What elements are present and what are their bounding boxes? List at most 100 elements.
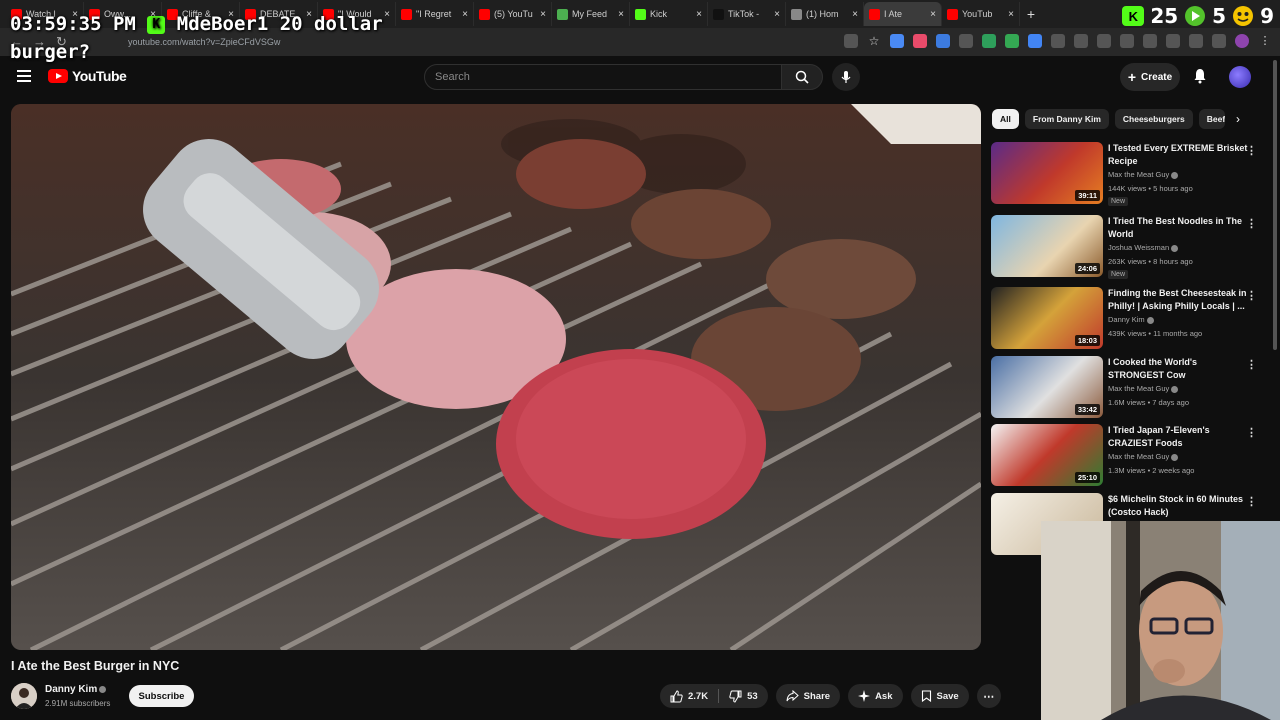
chip-cheeseburgers[interactable]: Cheeseburgers [1114, 109, 1193, 129]
recommended-title[interactable]: I Tested Every EXTREME Brisket Recipe [1108, 142, 1248, 168]
recommended-channel[interactable]: Danny Kim [1108, 315, 1154, 324]
extension-icon-2[interactable] [913, 34, 927, 48]
search-input[interactable]: Search [424, 64, 782, 90]
bookmark-star-icon[interactable]: ☆ [867, 34, 881, 48]
emoji-extension-icon[interactable] [1232, 5, 1254, 27]
share-button[interactable]: Share [775, 684, 841, 708]
recommended-meta: 263K views • 8 hours ago [1108, 257, 1193, 266]
notifications-bell-icon[interactable] [1192, 68, 1208, 84]
ask-button[interactable]: Ask [848, 684, 903, 708]
recommended-video[interactable]: 18:03 Finding the Best Cheesesteak in Phi… [991, 287, 1261, 349]
more-vertical-icon[interactable]: ⋮ [1246, 426, 1257, 439]
recommended-channel[interactable]: Max the Meat Guy [1108, 170, 1179, 179]
recommended-video[interactable]: 25:10 I Tried Japan 7-Eleven's CRAZIEST F… [991, 424, 1261, 486]
screenshot-icon[interactable] [844, 34, 858, 48]
channel-avatar[interactable] [11, 683, 37, 709]
tab-close-icon[interactable]: × [540, 9, 546, 20]
account-avatar[interactable] [1229, 66, 1251, 88]
browser-tab[interactable]: Kick × [630, 2, 708, 26]
browser-tab[interactable]: My Feed × [552, 2, 630, 26]
more-vertical-icon[interactable]: ⋮ [1246, 495, 1257, 508]
extension-icon-6[interactable] [1005, 34, 1019, 48]
tab-close-icon[interactable]: × [462, 9, 468, 20]
extension-icon-3[interactable] [936, 34, 950, 48]
devtools-icon[interactable] [1143, 34, 1157, 48]
profile-icon[interactable] [1235, 34, 1249, 48]
extension-icon-9[interactable] [1074, 34, 1088, 48]
more-vertical-icon[interactable]: ⋮ [1246, 358, 1257, 371]
more-vertical-icon[interactable]: ⋮ [1246, 144, 1257, 157]
create-button[interactable]: + Create [1120, 63, 1180, 91]
tab-favicon-icon [791, 8, 802, 20]
browser-tab[interactable]: TikTok - × [708, 2, 786, 26]
page-scrollbar[interactable] [1273, 60, 1277, 350]
subscriber-count: 2.91M subscribers [45, 699, 111, 708]
tab-close-icon[interactable]: × [930, 9, 936, 20]
like-button[interactable]: 2.7K [660, 684, 718, 708]
tab-close-icon[interactable]: × [1008, 9, 1014, 20]
video-thumbnail[interactable]: 25:10 [991, 424, 1103, 486]
recommended-title[interactable]: I Tried The Best Noodles in The World [1108, 215, 1248, 241]
recommended-title[interactable]: $6 Michelin Stock in 60 Minutes (Costco … [1108, 493, 1248, 519]
recommended-video[interactable]: 24:06 I Tried The Best Noodles in The Wor… [991, 215, 1261, 279]
chip-all[interactable]: All [992, 109, 1019, 129]
duration-badge: 25:10 [1074, 472, 1100, 483]
history-icon[interactable] [1097, 34, 1111, 48]
video-thumbnail[interactable]: 24:06 [991, 215, 1103, 277]
kick-badge-icon: K [147, 15, 166, 34]
extension-icon-1[interactable] [890, 34, 904, 48]
browser-tab[interactable]: YouTub × [942, 2, 1020, 26]
channel-name[interactable]: Danny Kim [45, 684, 107, 695]
search-button[interactable] [781, 64, 823, 90]
kick-extension-icon[interactable]: K [1122, 6, 1145, 26]
chevron-right-icon[interactable]: › [1236, 112, 1240, 126]
extension-count-2: 5 [1212, 4, 1227, 28]
recommended-video[interactable]: 39:11 I Tested Every EXTREME Brisket Reci… [991, 142, 1261, 206]
voice-search-button[interactable] [832, 63, 860, 91]
chip-beef[interactable]: Beef [1198, 109, 1225, 129]
new-tab-icon[interactable]: + [1020, 6, 1042, 22]
play-extension-icon[interactable] [1184, 5, 1206, 27]
tab-close-icon[interactable]: × [696, 9, 702, 20]
recommended-title[interactable]: Finding the Best Cheesesteak in Philly! … [1108, 287, 1248, 313]
extension-icon-8[interactable] [1051, 34, 1065, 48]
tab-label: (5) YouTu [494, 9, 533, 19]
recommended-channel[interactable]: Max the Meat Guy [1108, 384, 1179, 393]
stream-chat-overlay: 03:59:35 PM K MdeBoer1 20 dollar burger? [10, 10, 430, 66]
recommended-channel[interactable]: Joshua Weissman [1108, 243, 1179, 252]
chip-from-channel[interactable]: From Danny Kim [1024, 109, 1109, 129]
recommended-title[interactable]: I Cooked the World's STRONGEST Cow [1108, 356, 1248, 382]
subscribe-button[interactable]: Subscribe [129, 685, 194, 707]
browser-tab[interactable]: I Ate × [864, 2, 942, 26]
sidebar-icon[interactable] [1189, 34, 1203, 48]
menu-hamburger-icon[interactable] [17, 70, 31, 82]
menu-icon[interactable]: ⋮ [1258, 34, 1272, 48]
more-vertical-icon[interactable]: ⋮ [1246, 289, 1257, 302]
recommended-channel[interactable]: Max the Meat Guy [1108, 452, 1179, 461]
video-thumbnail[interactable]: 33:42 [991, 356, 1103, 418]
recommended-video[interactable]: 33:42 I Cooked the World's STRONGEST Cow M… [991, 356, 1261, 418]
tab-close-icon[interactable]: × [852, 9, 858, 20]
video-thumbnail[interactable]: 39:11 [991, 142, 1103, 204]
recommended-title[interactable]: I Tried Japan 7-Eleven's CRAZIEST Foods [1108, 424, 1248, 450]
youtube-wordmark: YouTube [72, 68, 127, 84]
reading-list-icon[interactable] [1166, 34, 1180, 48]
extension-icon-5[interactable] [982, 34, 996, 48]
more-vertical-icon[interactable]: ⋮ [1246, 217, 1257, 230]
browser-tab[interactable]: (5) YouTu × [474, 2, 552, 26]
thumbs-down-icon [729, 690, 742, 703]
tab-close-icon[interactable]: × [618, 9, 624, 20]
video-player[interactable] [11, 104, 981, 650]
downloads-icon[interactable] [1212, 34, 1226, 48]
more-actions-button[interactable]: ⋯ [976, 684, 1001, 708]
save-button[interactable]: Save [910, 684, 969, 708]
video-thumbnail[interactable]: 18:03 [991, 287, 1103, 349]
tab-close-icon[interactable]: × [774, 9, 780, 20]
dislike-button[interactable]: 53 [719, 684, 768, 708]
youtube-logo[interactable]: YouTube [48, 68, 127, 84]
extension-icon-10[interactable] [1120, 34, 1134, 48]
browser-tab[interactable]: (1) Hom × [786, 2, 864, 26]
extension-icon-7[interactable] [1028, 34, 1042, 48]
extension-icon-4[interactable] [959, 34, 973, 48]
recommended-meta: 1.6M views • 7 days ago [1108, 398, 1189, 407]
